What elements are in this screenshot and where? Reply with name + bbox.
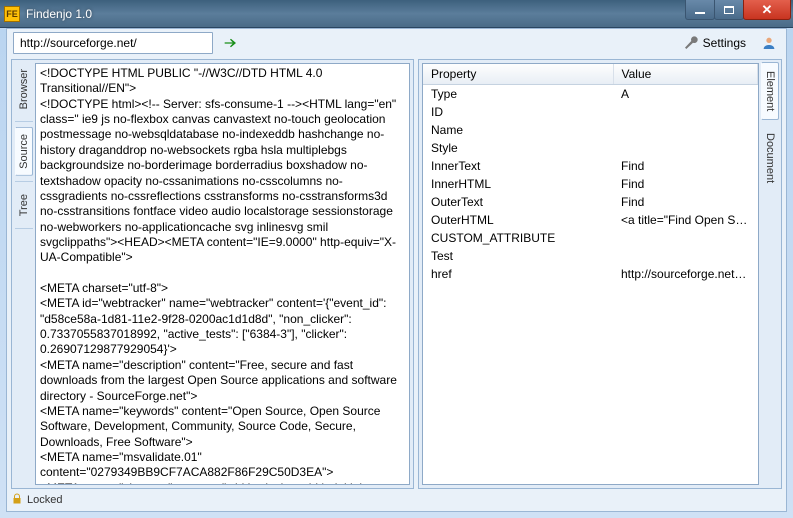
property-value — [613, 247, 758, 265]
col-value[interactable]: Value — [613, 64, 758, 85]
table-row[interactable]: ID — [423, 103, 758, 121]
property-value: Find — [613, 157, 758, 175]
table-row[interactable]: CUSTOM_ATTRIBUTE — [423, 229, 758, 247]
go-button[interactable] — [219, 32, 241, 54]
property-value — [613, 229, 758, 247]
property-key: OuterText — [423, 193, 613, 211]
wrench-icon — [683, 35, 699, 51]
titlebar: FE Findenjo 1.0 ✕ — [0, 0, 793, 28]
window-client-area: Settings Browser Source Tree <!DOCTYPE H… — [6, 28, 787, 512]
close-button[interactable]: ✕ — [743, 0, 791, 20]
toolbar: Settings — [7, 29, 786, 57]
tab-element[interactable]: Element — [761, 62, 779, 120]
settings-button[interactable]: Settings — [677, 32, 752, 54]
property-value: Find — [613, 193, 758, 211]
right-tabstrip: Element Document — [759, 60, 781, 488]
tab-source[interactable]: Source — [15, 127, 33, 176]
user-icon — [761, 35, 777, 51]
property-key: CUSTOM_ATTRIBUTE — [423, 229, 613, 247]
table-row[interactable]: hrefhttp://sourceforge.net/d... — [423, 265, 758, 283]
property-key: Type — [423, 85, 613, 104]
property-value — [613, 103, 758, 121]
tab-separator — [15, 181, 33, 182]
table-row[interactable]: OuterTextFind — [423, 193, 758, 211]
table-row[interactable]: Style — [423, 139, 758, 157]
property-key: Test — [423, 247, 613, 265]
property-key: ID — [423, 103, 613, 121]
table-row[interactable]: InnerHTMLFind — [423, 175, 758, 193]
tab-document[interactable]: Document — [761, 124, 779, 192]
property-value: http://sourceforge.net/d... — [613, 265, 758, 283]
statusbar: Locked — [11, 491, 782, 509]
table-row[interactable]: TypeA — [423, 85, 758, 104]
property-key: OuterHTML — [423, 211, 613, 229]
property-key: InnerText — [423, 157, 613, 175]
lock-icon — [11, 493, 23, 508]
content-area: Browser Source Tree <!DOCTYPE HTML PUBLI… — [11, 59, 782, 489]
left-pane: Browser Source Tree <!DOCTYPE HTML PUBLI… — [11, 59, 414, 489]
tab-tree[interactable]: Tree — [15, 187, 33, 223]
app-icon: FE — [4, 6, 20, 22]
property-value — [613, 121, 758, 139]
source-text[interactable]: <!DOCTYPE HTML PUBLIC "-//W3C//DTD HTML … — [36, 64, 409, 484]
tab-separator — [15, 121, 33, 122]
user-button[interactable] — [758, 32, 780, 54]
col-property[interactable]: Property — [423, 64, 613, 85]
table-row[interactable]: InnerTextFind — [423, 157, 758, 175]
minimize-button[interactable] — [685, 0, 715, 20]
property-value — [613, 139, 758, 157]
table-row[interactable]: Name — [423, 121, 758, 139]
window-title: Findenjo 1.0 — [26, 7, 92, 21]
table-row[interactable]: OuterHTML<a title="Find Open Sour... — [423, 211, 758, 229]
table-row[interactable]: Test — [423, 247, 758, 265]
status-text: Locked — [27, 494, 62, 506]
source-view: <!DOCTYPE HTML PUBLIC "-//W3C//DTD HTML … — [35, 63, 410, 485]
property-table: Property Value TypeAIDNameStyleInnerText… — [423, 64, 758, 283]
property-value: <a title="Find Open Sour... — [613, 211, 758, 229]
property-value: Find — [613, 175, 758, 193]
property-value: A — [613, 85, 758, 104]
tab-browser[interactable]: Browser — [15, 62, 33, 116]
left-tabstrip: Browser Source Tree — [12, 60, 35, 488]
tab-separator — [15, 228, 33, 229]
right-pane: Property Value TypeAIDNameStyleInnerText… — [418, 59, 782, 489]
property-key: Name — [423, 121, 613, 139]
url-input[interactable] — [13, 32, 213, 54]
property-key: InnerHTML — [423, 175, 613, 193]
property-grid[interactable]: Property Value TypeAIDNameStyleInnerText… — [422, 63, 759, 485]
property-key: href — [423, 265, 613, 283]
property-key: Style — [423, 139, 613, 157]
maximize-button[interactable] — [714, 0, 744, 20]
settings-label: Settings — [703, 36, 746, 50]
arrow-right-icon — [222, 35, 238, 51]
